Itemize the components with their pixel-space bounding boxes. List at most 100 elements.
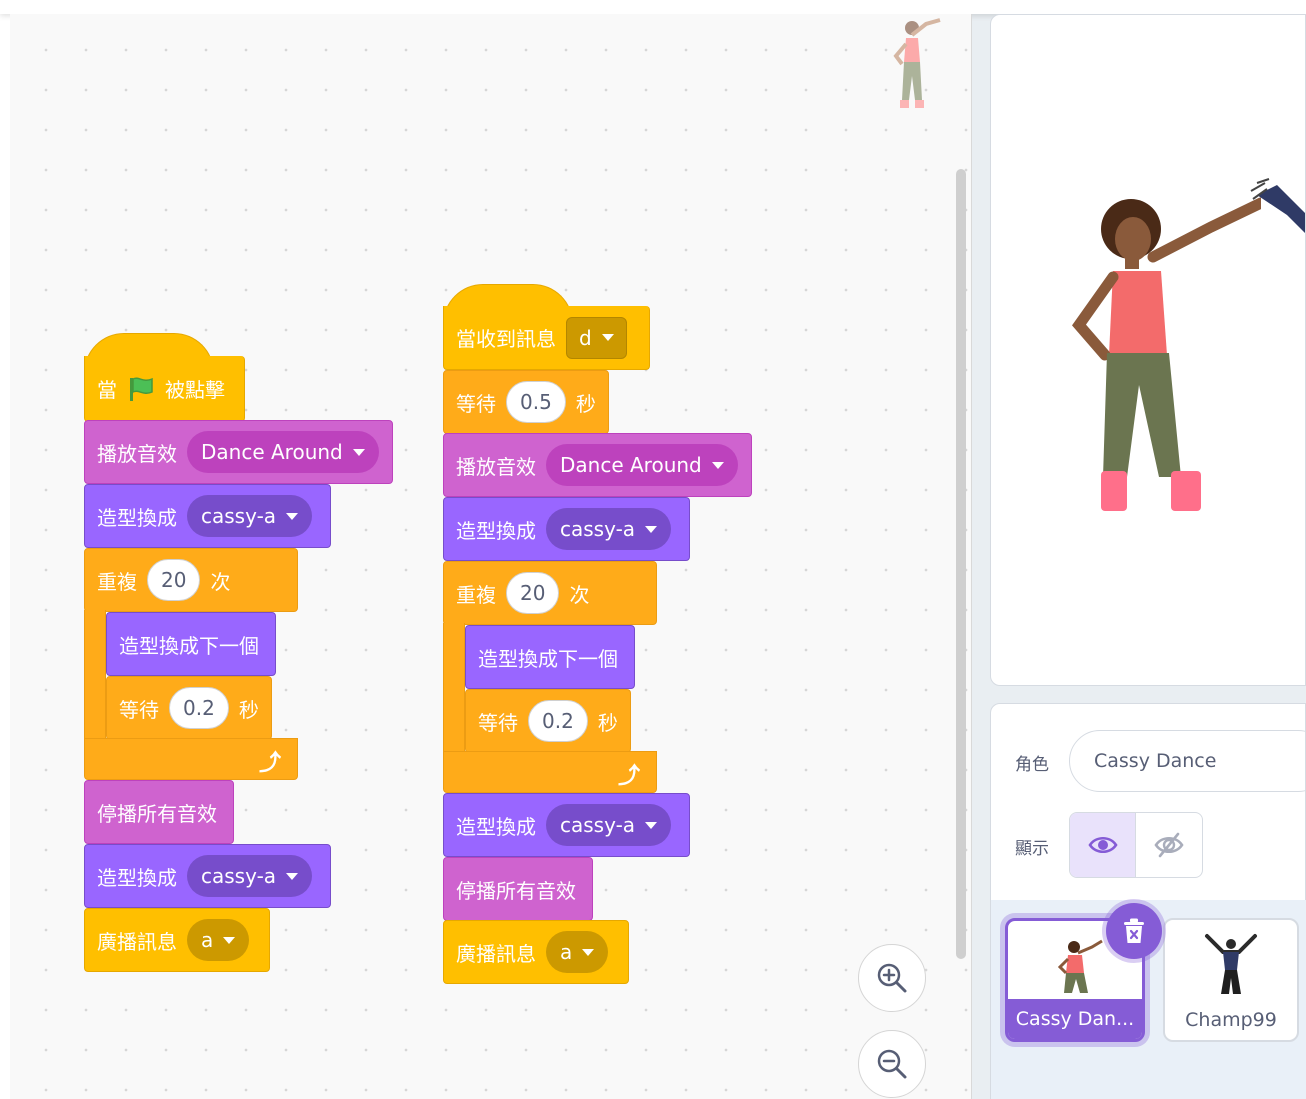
wait-block[interactable]: 等待 0.2 秒 — [106, 676, 272, 740]
repeat-c-arm — [443, 623, 465, 753]
sprite-name-field[interactable]: Cassy Dance — [1069, 730, 1306, 792]
stop-all-sounds-block[interactable]: 停播所有音效 — [443, 857, 593, 921]
wait-block[interactable]: 等待 0.2 秒 — [465, 689, 631, 753]
when-flag-clicked-block[interactable]: 當 被點擊 — [84, 356, 245, 422]
switch-costume-block[interactable]: 造型換成 cassy-a — [443, 497, 690, 561]
switch-costume-block[interactable]: 造型換成 cassy-a — [84, 484, 331, 548]
zoom-in-icon — [877, 963, 907, 993]
loop-arrow-icon: ⤴ — [259, 751, 282, 776]
broadcast-block[interactable]: 廣播訊息 a — [84, 908, 270, 972]
stop-all-sounds-block[interactable]: 停播所有音效 — [84, 780, 234, 844]
sprite-name-label: 角色 — [1015, 755, 1049, 775]
sound-dropdown[interactable]: Dance Around — [546, 444, 738, 486]
broadcast-block[interactable]: 廣播訊息 a — [443, 920, 629, 984]
repeat-count-input[interactable]: 20 — [506, 572, 560, 614]
play-sound-block[interactable]: 播放音效 Dance Around — [443, 433, 752, 497]
wait-seconds-input[interactable]: 0.2 — [169, 687, 229, 729]
stage[interactable] — [990, 14, 1306, 686]
dropdown-caret-icon — [286, 872, 299, 880]
message-dropdown[interactable]: a — [546, 931, 609, 973]
wait-seconds-input[interactable]: 0.5 — [506, 381, 566, 423]
sprite-tile-champ99[interactable]: Champ99 — [1163, 918, 1299, 1042]
code-workspace[interactable]: 當 被點擊 播放音效 Dance Around 造型換成 cassy-a 重複 … — [10, 14, 972, 1099]
dropdown-caret-icon — [601, 334, 614, 341]
costume-dropdown[interactable]: cassy-a — [187, 495, 313, 537]
cassy-dance-thumbnail — [1057, 939, 1103, 993]
repeat-c-arm — [84, 610, 106, 740]
workspace-scrollbar[interactable] — [956, 169, 966, 959]
zoom-in-button[interactable] — [858, 944, 926, 1012]
block-text: 造型換成下一個 — [119, 633, 259, 658]
repeat-c-bottom: ⤴ — [443, 751, 657, 793]
block-text: 次 — [210, 569, 231, 594]
next-costume-block[interactable]: 造型換成下一個 — [106, 612, 276, 676]
block-text: 停播所有音效 — [97, 801, 217, 826]
repeat-c-bottom: ⤴ — [84, 738, 298, 780]
champ99-hand-partial — [1250, 178, 1305, 233]
block-text: 造型換成下一個 — [478, 646, 618, 671]
eye-icon — [1087, 836, 1118, 854]
sprite-tile-name: Champ99 — [1185, 1009, 1277, 1031]
dropdown-caret-icon — [352, 448, 365, 456]
repeat-block[interactable]: 重複 20 次 — [84, 548, 298, 612]
block-text: 被點擊 — [165, 378, 225, 402]
block-text: 廣播訊息 — [456, 941, 536, 966]
switch-costume-block[interactable]: 造型換成 cassy-a — [84, 844, 331, 908]
dropdown-caret-icon — [582, 948, 595, 956]
costume-dropdown[interactable]: cassy-a — [546, 804, 672, 846]
block-text: 當 — [97, 378, 117, 402]
block-text: 秒 — [597, 710, 618, 735]
dropdown-caret-icon — [286, 512, 299, 520]
dropdown-caret-icon — [711, 461, 724, 469]
top-bar — [0, 0, 1306, 14]
block-text: 播放音效 — [97, 441, 177, 466]
zoom-out-button[interactable] — [858, 1030, 926, 1098]
block-text: 停播所有音效 — [456, 878, 576, 903]
block-text: 造型換成 — [456, 518, 536, 543]
block-text: 當收到訊息 — [456, 327, 556, 351]
block-text: 播放音效 — [456, 454, 536, 479]
visibility-toggle-group — [1069, 812, 1203, 878]
repeat-count-input[interactable]: 20 — [147, 559, 201, 601]
dropdown-caret-icon — [645, 821, 658, 829]
current-sprite-watermark — [893, 18, 941, 108]
block-text: 廣播訊息 — [97, 929, 177, 954]
next-costume-block[interactable]: 造型換成下一個 — [465, 625, 635, 689]
block-text: 等待 — [478, 710, 518, 735]
switch-costume-block[interactable]: 造型換成 cassy-a — [443, 793, 690, 857]
block-text: 等待 — [456, 391, 496, 416]
costume-dropdown[interactable]: cassy-a — [187, 855, 313, 897]
sound-dropdown[interactable]: Dance Around — [187, 431, 379, 473]
sprite-tile-name: Cassy Dan... — [1008, 999, 1142, 1039]
sprite-info-panel: 角色 Cassy Dance 顯示 — [990, 703, 1306, 903]
champ99-thumbnail — [1205, 934, 1257, 994]
block-text: 造型換成 — [97, 505, 177, 530]
block-text: 等待 — [119, 697, 159, 722]
message-dropdown[interactable]: a — [187, 919, 250, 961]
block-text: 秒 — [575, 391, 596, 416]
block-text: 造型換成 — [97, 865, 177, 890]
block-text: 秒 — [238, 697, 259, 722]
wait-block[interactable]: 等待 0.5 秒 — [443, 370, 609, 434]
block-text: 次 — [569, 582, 590, 607]
message-dropdown[interactable]: d — [566, 316, 627, 359]
dropdown-caret-icon — [645, 525, 658, 533]
costume-dropdown[interactable]: cassy-a — [546, 508, 672, 550]
wait-seconds-input[interactable]: 0.2 — [528, 700, 588, 742]
repeat-block[interactable]: 重複 20 次 — [443, 561, 657, 625]
eye-slash-icon — [1154, 832, 1184, 858]
hide-button[interactable] — [1136, 813, 1202, 877]
green-flag-icon — [130, 377, 153, 401]
block-text: 重複 — [97, 569, 137, 594]
show-button[interactable] — [1070, 813, 1136, 877]
delete-sprite-button[interactable] — [1106, 903, 1162, 959]
when-receive-message-block[interactable]: 當收到訊息 d — [443, 306, 650, 370]
trash-icon — [1124, 918, 1144, 943]
window-left-edge — [0, 0, 10, 1099]
zoom-out-icon — [877, 1049, 907, 1079]
cassy-dance-sprite[interactable] — [1061, 185, 1261, 525]
play-sound-block[interactable]: 播放音效 Dance Around — [84, 420, 393, 484]
dropdown-caret-icon — [223, 936, 236, 944]
show-label: 顯示 — [1015, 839, 1049, 859]
block-text: 造型換成 — [456, 814, 536, 839]
